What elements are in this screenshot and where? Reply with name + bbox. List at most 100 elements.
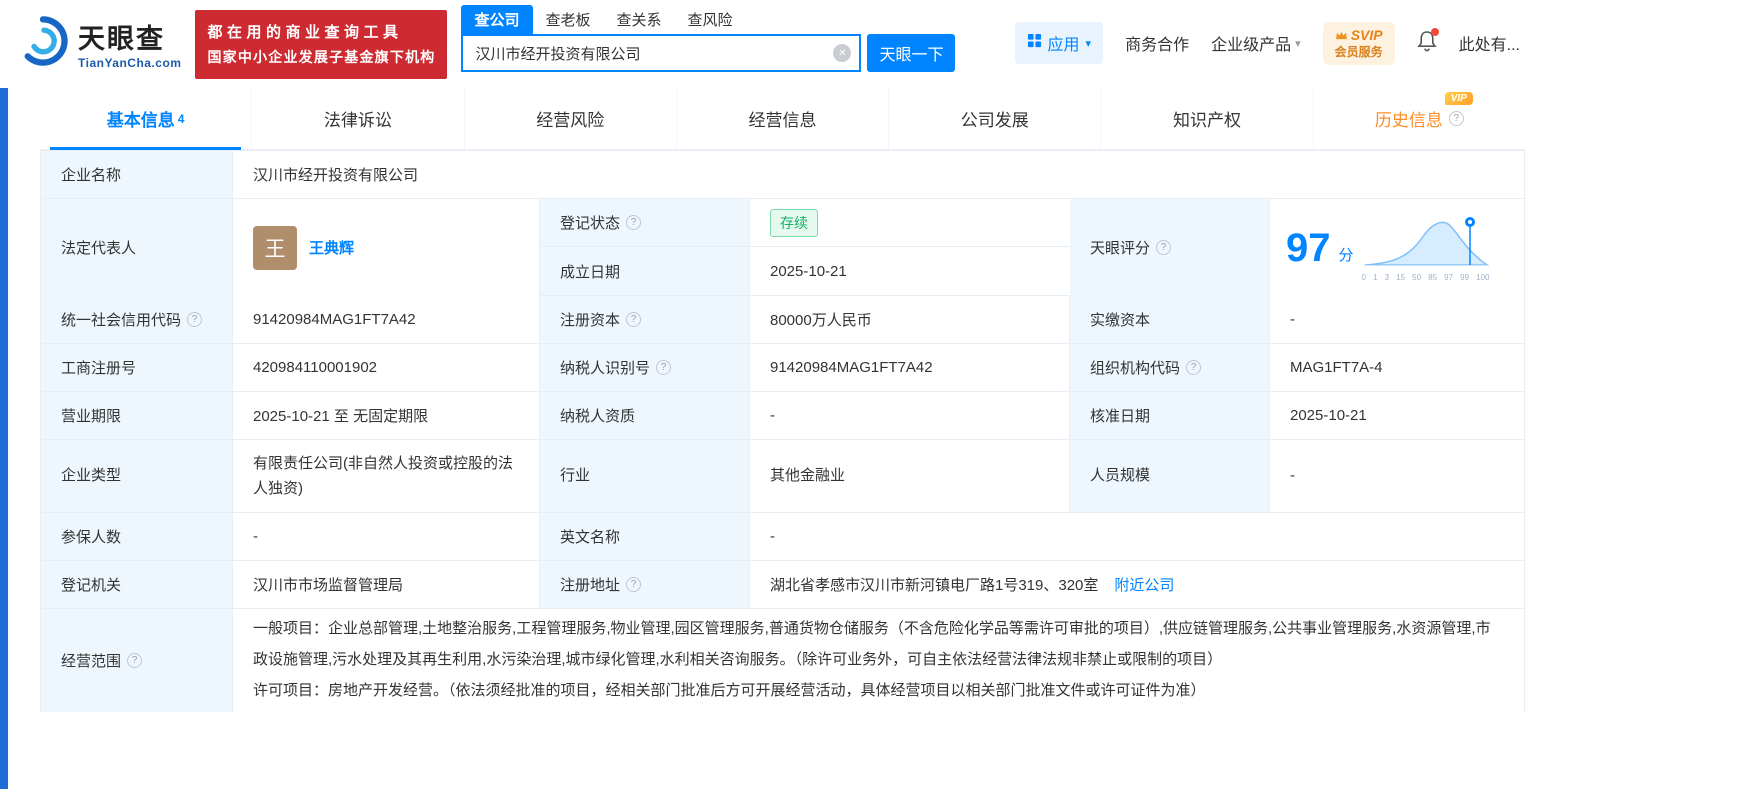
taxpayer-id-label-cell: 纳税人识别号 ? xyxy=(540,344,750,391)
help-icon[interactable]: ? xyxy=(1448,111,1464,126)
search-input[interactable] xyxy=(461,34,862,72)
status-badge: 存续 xyxy=(770,208,818,237)
axis-tick: 85 xyxy=(1428,272,1438,282)
tab-basic-info[interactable]: 基本信息 4 xyxy=(40,88,251,150)
header: 天眼查 TianYanCha.com 都在用的商业查询工具 国家中小企业发展子基… xyxy=(0,0,1530,88)
sub-grid: 登记状态 ? 存续 成立日期 2025-10-21 天眼评分 ? 97 分 0 … xyxy=(540,199,1524,296)
tab-operating-info[interactable]: 经营信息 xyxy=(675,88,888,149)
search-tabs: 查公司 查老板 查关系 查风险 xyxy=(461,5,955,34)
tab-history-info-anchor: 历史信息 VIP xyxy=(1374,92,1473,131)
help-icon[interactable]: ? xyxy=(626,215,642,230)
vip-badge: VIP xyxy=(1444,92,1473,105)
industry-label: 行业 xyxy=(540,440,750,512)
svip-label: SVIP xyxy=(1350,27,1383,43)
approval-date-label: 核准日期 xyxy=(1070,392,1270,439)
tab-legal-proceedings[interactable]: 法律诉讼 xyxy=(251,88,463,149)
company-info-table: 企业名称 汉川市经开投资有限公司 法定代表人 王 王典辉 登记状态 ? 存续 成… xyxy=(40,150,1525,712)
score-unit: 分 xyxy=(1338,247,1354,264)
link-enterprise-products[interactable]: 企业级产品 ▾ xyxy=(1211,31,1301,55)
search-tab-relation[interactable]: 查关系 xyxy=(604,5,675,34)
company-name-value: 汉川市经开投资有限公司 xyxy=(233,151,1524,198)
notification-dot xyxy=(1430,27,1439,36)
search-tab-company[interactable]: 查公司 xyxy=(461,5,533,34)
help-icon[interactable]: ? xyxy=(1156,240,1172,255)
table-row: 企业名称 汉川市经开投资有限公司 xyxy=(41,151,1524,199)
legal-rep-cell: 王 王典辉 xyxy=(233,199,540,296)
reg-status-label-cell: 登记状态 ? xyxy=(540,199,750,247)
svip-membership-button[interactable]: SVIP 会员服务 xyxy=(1322,22,1395,65)
search-row: ✕ 天眼一下 xyxy=(461,34,956,72)
org-code-value: MAG1FT7A-4 xyxy=(1270,344,1524,391)
tab-history-info-label: 历史信息 xyxy=(1374,111,1443,130)
table-row: 参保人数 - 英文名称 - xyxy=(41,513,1524,561)
search-tab-risk[interactable]: 查风险 xyxy=(675,5,746,34)
link-business-cooperation[interactable]: 商务合作 xyxy=(1125,31,1189,55)
reg-address-label-cell: 注册地址 ? xyxy=(540,561,750,608)
user-menu[interactable]: 此处有... xyxy=(1459,31,1520,55)
table-row: 经营范围 ? 一般项目：企业总部管理,土地整治服务,工程管理服务,物业管理,园区… xyxy=(41,609,1524,712)
score-label: 天眼评分 xyxy=(1090,240,1151,257)
tab-legal-proceedings-label: 法律诉讼 xyxy=(323,111,392,130)
tab-basic-info-count: 4 xyxy=(177,111,185,126)
tab-company-development[interactable]: 公司发展 xyxy=(888,88,1100,149)
insured-count-value: - xyxy=(233,513,540,560)
search-tab-boss[interactable]: 查老板 xyxy=(533,5,604,34)
nearby-companies-link[interactable]: 附近公司 xyxy=(1114,574,1174,595)
sub-grid-left: 登记状态 ? 存续 成立日期 2025-10-21 xyxy=(540,199,1070,295)
industry-value: 其他金融业 xyxy=(750,440,1070,512)
axis-tick: 15 xyxy=(1396,272,1406,282)
paid-capital-value: - xyxy=(1270,296,1524,343)
page: 天眼查 TianYanCha.com 都在用的商业查询工具 国家中小企业发展子基… xyxy=(0,0,1746,789)
taxpayer-id-value: 91420984MAG1FT7A42 xyxy=(750,344,1070,391)
enterprise-products-label: 企业级产品 xyxy=(1211,37,1292,55)
notification-bell-icon[interactable] xyxy=(1417,27,1439,57)
help-icon[interactable]: ? xyxy=(656,360,672,375)
taxpayer-quality-value: - xyxy=(750,392,1070,439)
legal-rep-name-link[interactable]: 王典辉 xyxy=(309,237,354,258)
company-type-label: 企业类型 xyxy=(41,440,233,512)
apps-grid-icon xyxy=(1027,33,1042,53)
tab-intellectual-property[interactable]: 知识产权 xyxy=(1100,88,1312,149)
axis-tick: 50 xyxy=(1412,272,1422,282)
business-scope-label: 经营范围 xyxy=(61,653,122,670)
tab-operating-risk[interactable]: 经营风险 xyxy=(463,88,676,149)
axis-tick: 100 xyxy=(1476,272,1490,282)
help-icon[interactable]: ? xyxy=(626,577,642,592)
logo[interactable]: 天眼查 TianYanCha.com xyxy=(16,14,181,73)
legal-rep-avatar[interactable]: 王 xyxy=(253,225,297,270)
help-icon[interactable]: ? xyxy=(626,312,642,327)
axis-tick: 99 xyxy=(1460,272,1470,282)
company-type-value: 有限责任公司(非自然人投资或控股的法人独资) xyxy=(233,440,540,512)
score-label-cell: 天眼评分 ? xyxy=(1070,199,1270,296)
help-icon[interactable]: ? xyxy=(1186,360,1202,375)
taxpayer-id-label: 纳税人识别号 xyxy=(560,360,651,377)
table-row: 登记机关 汉川市市场监督管理局 注册地址 ? 湖北省孝感市汉川市新河镇电厂路1号… xyxy=(41,561,1524,609)
score-cell: 97 分 0 1 3 15 50 85 97 99 100 xyxy=(1270,199,1524,296)
chevron-down-icon: ▾ xyxy=(1295,37,1301,50)
header-right: 应用 ▾ 商务合作 企业级产品 ▾ SVIP 会员服务 此处有... xyxy=(1014,22,1520,65)
help-icon[interactable]: ? xyxy=(127,653,143,668)
axis-tick: 3 xyxy=(1384,272,1390,282)
crown-icon xyxy=(1335,27,1348,45)
reg-address-cell: 湖北省孝感市汉川市新河镇电厂路1号319、320室 附近公司 xyxy=(750,561,1524,608)
search-box: ✕ xyxy=(461,34,862,72)
score-axis-labels: 0 1 3 15 50 85 97 99 100 xyxy=(1362,273,1490,282)
taxpayer-quality-label: 纳税人资质 xyxy=(540,392,750,439)
axis-tick: 1 xyxy=(1373,272,1378,282)
tab-basic-info-label: 基本信息 xyxy=(106,111,175,130)
reg-capital-label-cell: 注册资本 ? xyxy=(540,296,750,343)
banner-line1: 都在用的商业查询工具 xyxy=(207,24,403,41)
sub-row: 登记状态 ? 存续 xyxy=(540,199,1070,247)
apps-button[interactable]: 应用 ▾ xyxy=(1014,22,1104,65)
logo-text: 天眼查 TianYanCha.com xyxy=(78,17,181,70)
credit-code-label-cell: 统一社会信用代码 ? xyxy=(41,296,233,343)
english-name-value: - xyxy=(750,513,1524,560)
svip-line2: 会员服务 xyxy=(1334,44,1383,59)
search-button[interactable]: 天眼一下 xyxy=(867,34,956,72)
logo-subtitle: TianYanCha.com xyxy=(78,56,182,70)
insured-count-label: 参保人数 xyxy=(41,513,233,560)
help-icon[interactable]: ? xyxy=(187,312,203,327)
table-row: 法定代表人 王 王典辉 登记状态 ? 存续 成立日期 2025-10-21 天眼… xyxy=(41,199,1524,296)
tab-history-info[interactable]: 历史信息 VIP ? xyxy=(1312,88,1525,149)
table-row: 工商注册号 420984110001902 纳税人识别号 ? 91420984M… xyxy=(41,344,1524,392)
